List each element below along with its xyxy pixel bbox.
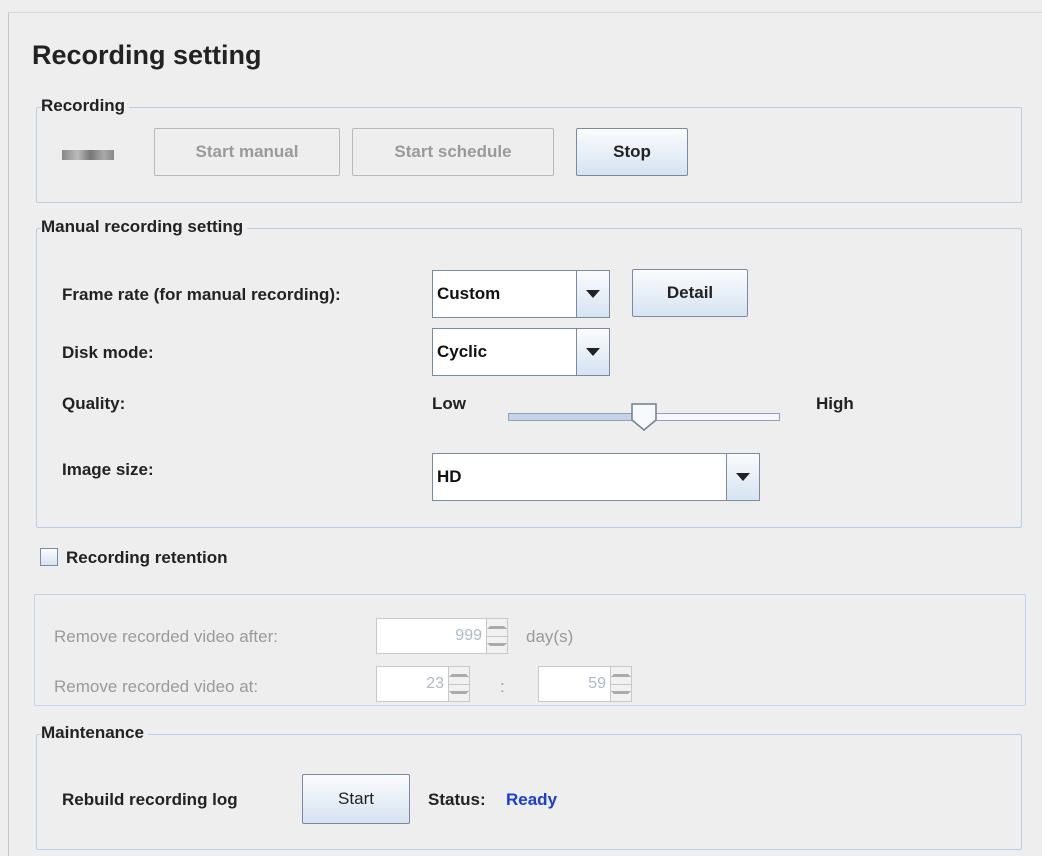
minute-value[interactable]: 59 (539, 667, 610, 701)
frame-rate-value: Custom (437, 284, 501, 303)
image-size-select[interactable]: HD (432, 453, 760, 501)
remove-at-label: Remove recorded video at: (54, 677, 259, 696)
remove-after-label: Remove recorded video after: (54, 627, 278, 646)
start-manual-button[interactable]: Start manual (154, 128, 340, 176)
remove-after-value[interactable]: 999 (377, 619, 486, 653)
recording-group-legend: Recording (41, 96, 130, 116)
spinner-up-icon[interactable] (611, 667, 631, 684)
remove-after-spinner[interactable]: 999 (376, 618, 508, 654)
recording-retention-label[interactable]: Recording retention (66, 548, 228, 568)
spinner-up-icon[interactable] (449, 667, 469, 684)
time-separator: : (500, 677, 505, 696)
spinner-down-icon[interactable] (487, 635, 507, 654)
frame-rate-label: Frame rate (for manual recording): (62, 285, 341, 304)
spinner-down-icon[interactable] (611, 683, 631, 702)
frame-rate-select[interactable]: Custom (432, 270, 610, 318)
recording-retention-checkbox[interactable] (40, 548, 58, 566)
spinner-down-icon[interactable] (449, 683, 469, 702)
rebuild-log-label: Rebuild recording log (62, 790, 238, 809)
window-left-border (8, 12, 9, 856)
quality-slider-fill (509, 414, 644, 420)
disk-mode-value: Cyclic (437, 342, 488, 361)
window-top-border (8, 12, 1042, 13)
chevron-down-icon[interactable] (726, 454, 759, 500)
disk-mode-select[interactable]: Cyclic (432, 328, 610, 376)
status-label: Status: (428, 790, 486, 809)
manual-recording-group-legend: Manual recording setting (41, 217, 248, 237)
detail-button[interactable]: Detail (632, 269, 748, 317)
days-unit-label: day(s) (526, 627, 574, 646)
page-title: Recording setting (32, 40, 262, 70)
hour-spinner[interactable]: 23 (376, 666, 470, 702)
image-size-label: Image size: (62, 460, 154, 479)
status-value: Ready (506, 790, 558, 809)
hour-value[interactable]: 23 (377, 667, 448, 701)
start-schedule-button[interactable]: Start schedule (352, 128, 554, 176)
recording-status-indicator (62, 150, 114, 160)
quality-high-label: High (816, 394, 854, 413)
quality-low-label: Low (432, 394, 466, 413)
minute-spinner[interactable]: 59 (538, 666, 632, 702)
quality-slider-thumb[interactable] (630, 402, 658, 432)
maintenance-group-legend: Maintenance (41, 723, 148, 743)
chevron-down-icon[interactable] (576, 271, 609, 317)
disk-mode-label: Disk mode: (62, 343, 154, 362)
stop-button[interactable]: Stop (576, 128, 688, 176)
rebuild-start-button[interactable]: Start (302, 774, 410, 824)
spinner-up-icon[interactable] (487, 619, 507, 636)
quality-label: Quality: (62, 394, 126, 413)
chevron-down-icon[interactable] (576, 329, 609, 375)
image-size-value: HD (437, 467, 462, 486)
